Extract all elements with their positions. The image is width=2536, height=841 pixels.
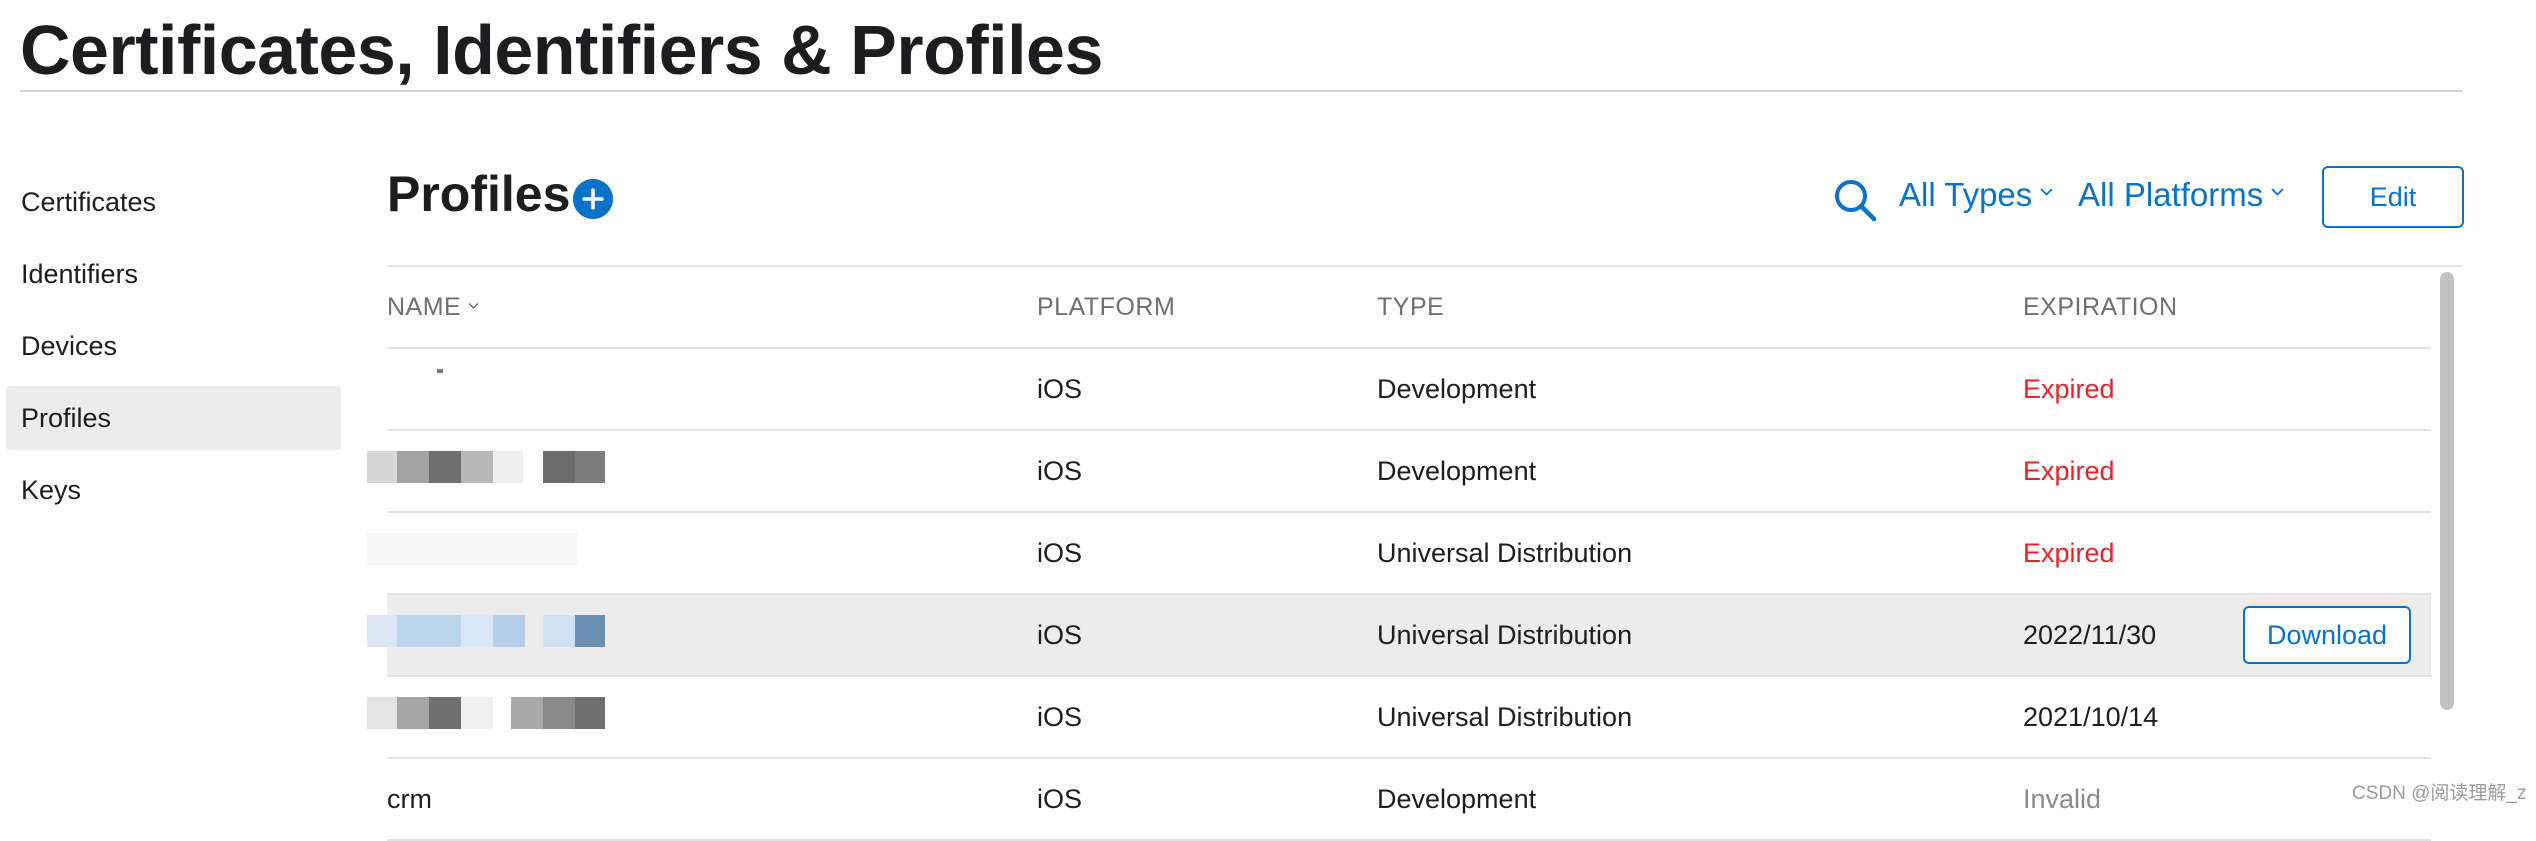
row-expiration: Expired <box>2023 538 2115 568</box>
sort-chevron-icon <box>468 302 479 310</box>
sidebar-item-devices[interactable]: Devices <box>6 314 341 378</box>
sidebar-item-certificates[interactable]: Certificates <box>6 170 341 234</box>
row-type: Universal Distribution <box>1377 620 1633 650</box>
section-title: Profiles <box>387 166 571 222</box>
row-platform: iOS <box>1037 456 1083 486</box>
column-header-type: TYPE <box>1377 293 1445 321</box>
redacted-name <box>367 369 627 405</box>
table-row[interactable]: iOS Development Expired <box>387 349 2431 431</box>
row-name: crm <box>387 784 432 814</box>
watermark: CSDN @阅读理解_z <box>2352 783 2527 804</box>
type-filter-dropdown[interactable]: All Types <box>1899 176 2053 214</box>
row-type: Development <box>1377 784 1537 814</box>
row-expiration: Invalid <box>2023 784 2102 814</box>
edit-button[interactable]: Edit <box>2322 166 2464 228</box>
row-platform: iOS <box>1037 702 1083 732</box>
chevron-down-icon <box>2040 188 2053 196</box>
table-row[interactable]: iOS Universal Distribution Expired <box>367 513 2431 595</box>
table-scrollbar[interactable] <box>2436 270 2458 808</box>
profiles-table: NAME PLATFORM TYPE EXPIRATION iOS Develo… <box>367 267 2431 841</box>
row-expiration: 2021/10/14 <box>2023 702 2159 732</box>
row-expiration: Expired <box>2023 374 2115 404</box>
row-platform: iOS <box>1037 784 1083 814</box>
column-header-platform: PLATFORM <box>1037 293 1176 321</box>
add-profile-button[interactable] <box>573 179 613 219</box>
row-type: Development <box>1377 456 1537 486</box>
table-row[interactable]: crm iOS Development Invalid <box>387 759 2431 841</box>
sidebar-item-profiles[interactable]: Profiles <box>6 386 341 450</box>
platform-filter-label: All Platforms <box>2078 176 2264 213</box>
row-type: Development <box>1377 374 1537 404</box>
platform-filter-dropdown[interactable]: All Platforms <box>2078 176 2284 214</box>
row-platform: iOS <box>1037 374 1083 404</box>
column-header-expiration: EXPIRATION <box>2023 293 2178 321</box>
page-title: Certificates, Identifiers & Profiles <box>20 11 1103 89</box>
row-platform: iOS <box>1037 620 1083 650</box>
redacted-name <box>367 533 627 569</box>
sidebar: Certificates Identifiers Devices Profile… <box>6 170 341 530</box>
table-header-row: NAME PLATFORM TYPE EXPIRATION <box>387 267 2431 349</box>
chevron-down-icon <box>2271 188 2284 196</box>
row-type: Universal Distribution <box>1377 538 1633 568</box>
row-expiration: Expired <box>2023 456 2115 486</box>
redacted-name <box>367 451 627 487</box>
table-row-selected[interactable]: iOS Universal Distribution 2022/11/30 Do… <box>367 595 2431 677</box>
table-row[interactable]: iOS Universal Distribution 2021/10/14 <box>367 677 2431 759</box>
column-header-name-label: NAME <box>387 293 462 321</box>
search-icon <box>1835 180 1877 222</box>
row-type: Universal Distribution <box>1377 702 1633 732</box>
search-button[interactable] <box>1832 177 1878 223</box>
row-platform: iOS <box>1037 538 1083 568</box>
scrollbar-thumb[interactable] <box>2440 272 2454 710</box>
column-header-name[interactable]: NAME <box>387 293 479 322</box>
download-button[interactable]: Download <box>2243 606 2411 664</box>
title-divider <box>20 90 2462 92</box>
sidebar-item-identifiers[interactable]: Identifiers <box>6 242 341 306</box>
sidebar-item-keys[interactable]: Keys <box>6 458 341 522</box>
redacted-name <box>367 615 627 651</box>
type-filter-label: All Types <box>1899 176 2033 213</box>
table-row[interactable]: iOS Development Expired <box>367 431 2431 513</box>
redacted-name <box>367 697 627 733</box>
plus-circle-icon <box>573 179 613 219</box>
row-expiration: 2022/11/30 <box>2023 620 2157 650</box>
